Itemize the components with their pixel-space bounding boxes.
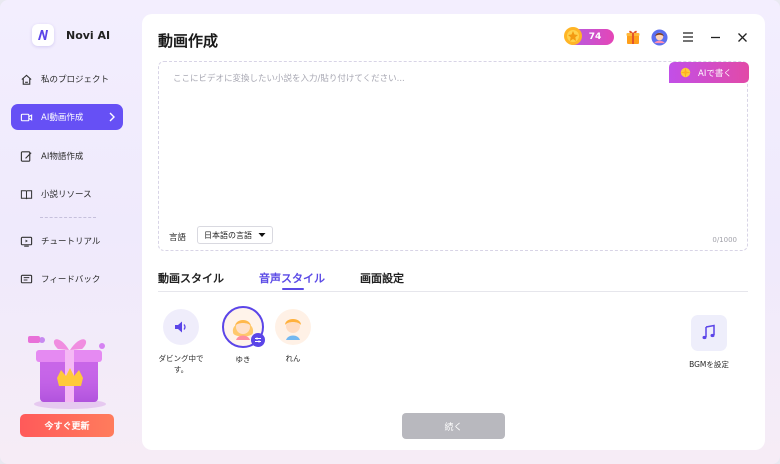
feedback-icon [20, 274, 33, 283]
edit-icon [20, 150, 32, 162]
novi-logo-icon [32, 24, 54, 46]
avatar-boy-icon [275, 309, 311, 345]
sparkle-icon [679, 66, 692, 79]
music-icon [691, 315, 727, 351]
chevron-right-icon [109, 112, 115, 122]
ai-write-button[interactable]: AIで書く [669, 62, 749, 83]
tab-voice-style[interactable]: 音声スタイル [259, 270, 325, 286]
novel-input-placeholder: ここにビデオに変換したい小説を入力/貼り付けてください... [173, 74, 405, 84]
tab-screen-settings[interactable]: 画面設定 [360, 270, 404, 286]
voice-label: ダビング中です。 [158, 354, 204, 374]
sidebar: Novi AI 私のプロジェクト AI動画作成 AI物語作成 小説リソース チュ… [0, 0, 140, 464]
sidebar-item-novel-resources[interactable]: 小説リソース [11, 181, 123, 207]
gift-box-illustration [24, 318, 116, 410]
tab-video-style[interactable]: 動画スタイル [158, 270, 224, 286]
sidebar-item-label: フィードバック [41, 275, 101, 285]
home-icon [21, 74, 32, 85]
speaker-icon [163, 309, 199, 345]
caret-down-icon [258, 233, 266, 237]
novel-text-input[interactable]: ここにビデオに変換したい小説を入力/貼り付けてください... AIで書く 言語 … [158, 61, 749, 251]
video-icon [20, 113, 33, 121]
gift-icon[interactable] [624, 28, 642, 46]
bgm-label: BGMを設定 [689, 360, 729, 369]
sidebar-item-ai-story[interactable]: AI物語作成 [11, 143, 123, 169]
settings-badge-icon [251, 333, 265, 347]
menu-icon[interactable] [679, 28, 697, 46]
sidebar-item-label: チュートリアル [41, 237, 101, 247]
sidebar-item-feedback[interactable]: フィードバック [11, 266, 123, 292]
continue-button[interactable]: 続く [402, 413, 505, 439]
active-tab-indicator [282, 288, 304, 290]
sidebar-item-label: 私のプロジェクト [41, 75, 110, 85]
app-window: Novi AI 私のプロジェクト AI動画作成 AI物語作成 小説リソース チュ… [0, 0, 780, 464]
close-icon[interactable] [733, 28, 751, 46]
ai-write-label: AIで書く [698, 68, 732, 79]
sidebar-item-label: 小説リソース [41, 190, 92, 200]
voice-option-dubbing[interactable]: ダビング中です。 [157, 309, 205, 375]
sidebar-item-ai-video[interactable]: AI動画作成 [11, 104, 123, 130]
language-select[interactable]: 日本語の言語 [197, 226, 273, 244]
tutorial-icon [20, 236, 33, 247]
avatar-girl-icon [222, 306, 265, 348]
minimize-icon[interactable] [706, 28, 724, 46]
book-icon [20, 189, 33, 199]
voice-label: ゆき [235, 355, 251, 364]
language-value: 日本語の言語 [204, 230, 252, 240]
sidebar-divider [40, 217, 96, 218]
char-count: 0/1000 [712, 236, 737, 244]
app-name: Novi AI [66, 28, 111, 42]
voice-option-ren[interactable]: れん [269, 309, 317, 364]
voice-option-yuki[interactable]: ゆき [219, 306, 267, 365]
sidebar-item-label: AI物語作成 [41, 152, 84, 162]
medal-icon [562, 25, 584, 47]
page-title: 動画作成 [158, 32, 219, 50]
style-tabs: 動画スタイル 音声スタイル 画面設定 [158, 270, 748, 292]
language-label: 言語 [169, 233, 187, 243]
upgrade-now-button[interactable]: 今すぐ更新 [20, 414, 114, 437]
logo: Novi AI [32, 24, 110, 46]
sidebar-item-label: AI動画作成 [41, 113, 84, 123]
voice-label: れん [285, 354, 301, 363]
bgm-settings-button[interactable]: BGMを設定 [685, 315, 733, 370]
sidebar-item-my-projects[interactable]: 私のプロジェクト [11, 66, 123, 92]
sidebar-item-tutorial[interactable]: チュートリアル [11, 228, 123, 254]
main-panel: 動画作成 74 ここにビデオに変換したい小説を入力/貼り付けてください... A… [142, 14, 765, 450]
user-avatar[interactable] [650, 28, 668, 46]
